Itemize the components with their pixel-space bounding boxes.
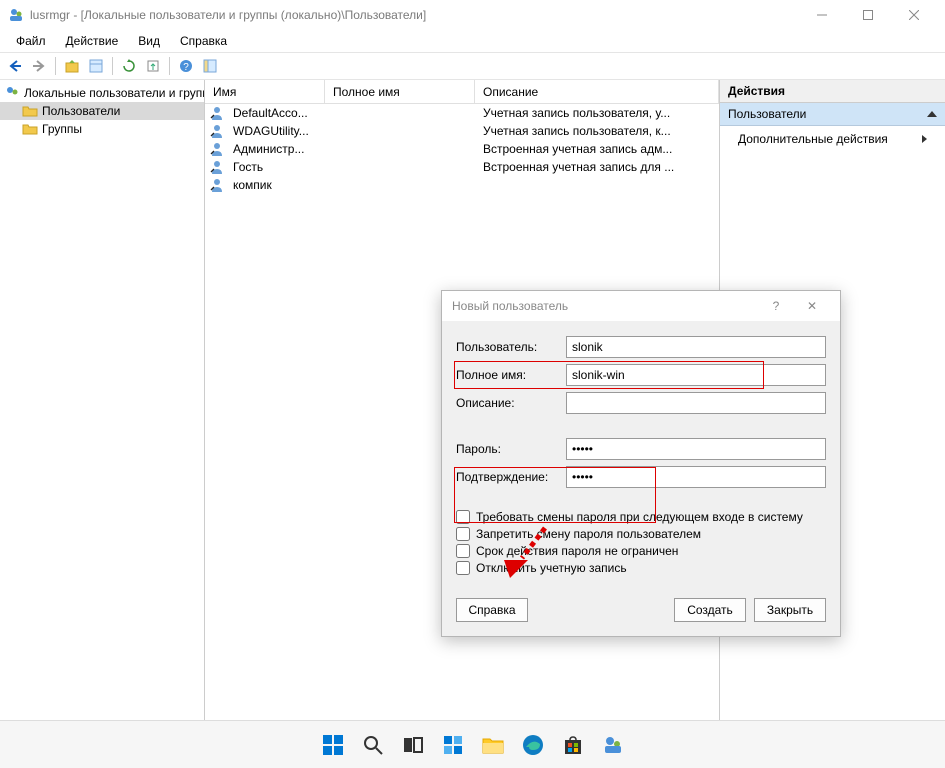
folder-icon bbox=[22, 121, 38, 137]
label-password: Пароль: bbox=[456, 442, 566, 456]
window-titlebar: lusrmgr - [Локальные пользователи и груп… bbox=[0, 0, 945, 30]
input-confirm[interactable] bbox=[566, 466, 826, 488]
search-icon[interactable] bbox=[359, 731, 387, 759]
svg-text:?: ? bbox=[183, 62, 189, 73]
new-user-dialog: Новый пользователь ? ✕ Пользователь: Пол… bbox=[441, 290, 841, 637]
cell-description: Встроенная учетная запись адм... bbox=[475, 142, 719, 156]
cell-description: Учетная запись пользователя, у... bbox=[475, 106, 719, 120]
export-button[interactable] bbox=[142, 55, 164, 77]
user-icon bbox=[209, 141, 225, 157]
actions-more[interactable]: Дополнительные действия bbox=[720, 126, 945, 152]
dialog-titlebar: Новый пользователь ? ✕ bbox=[442, 291, 840, 321]
chevron-right-icon bbox=[922, 135, 927, 143]
cell-description: Встроенная учетная запись для ... bbox=[475, 160, 719, 174]
properties-button[interactable] bbox=[85, 55, 107, 77]
menu-file[interactable]: Файл bbox=[6, 32, 56, 50]
input-fullname[interactable] bbox=[566, 364, 826, 386]
label-fullname: Полное имя: bbox=[456, 368, 566, 382]
main-content: Локальные пользователи и группы Пользова… bbox=[0, 80, 945, 720]
tree-pane: Локальные пользователи и группы Пользова… bbox=[0, 80, 205, 720]
view-toggle-button[interactable] bbox=[199, 55, 221, 77]
task-view-icon[interactable] bbox=[399, 731, 427, 759]
user-icon bbox=[209, 105, 225, 121]
help-button[interactable]: ? bbox=[175, 55, 197, 77]
user-icon bbox=[209, 159, 225, 175]
col-name[interactable]: Имя bbox=[205, 80, 325, 103]
actions-more-label: Дополнительные действия bbox=[738, 132, 888, 146]
user-row[interactable]: Гость Встроенная учетная запись для ... bbox=[205, 158, 719, 176]
cell-name: Администр... bbox=[225, 142, 325, 156]
list-body: DefaultAcco... Учетная запись пользовател… bbox=[205, 104, 719, 194]
tree-root[interactable]: Локальные пользователи и группы bbox=[0, 84, 204, 102]
cell-name: DefaultAcco... bbox=[225, 106, 325, 120]
input-user[interactable] bbox=[566, 336, 826, 358]
user-row[interactable]: Администр... Встроенная учетная запись ад… bbox=[205, 140, 719, 158]
maximize-button[interactable] bbox=[845, 0, 891, 30]
close-dialog-button[interactable]: Закрыть bbox=[754, 598, 826, 622]
lusrmgr-icon[interactable] bbox=[599, 731, 627, 759]
input-password[interactable] bbox=[566, 438, 826, 460]
actions-section-label: Пользователи bbox=[728, 107, 806, 121]
widgets-icon[interactable] bbox=[439, 731, 467, 759]
list-header: Имя Полное имя Описание bbox=[205, 80, 719, 104]
forward-button[interactable] bbox=[28, 55, 50, 77]
chk-never-expires[interactable] bbox=[456, 544, 470, 558]
list-pane: Имя Полное имя Описание DefaultAcco... Уч… bbox=[205, 80, 720, 720]
create-button[interactable]: Создать bbox=[674, 598, 746, 622]
chk-require-change[interactable] bbox=[456, 510, 470, 524]
window-title: lusrmgr - [Локальные пользователи и груп… bbox=[30, 8, 799, 22]
users-groups-icon bbox=[4, 85, 20, 101]
edge-icon[interactable] bbox=[519, 731, 547, 759]
actions-section[interactable]: Пользователи bbox=[720, 103, 945, 126]
cell-name: Гость bbox=[225, 160, 325, 174]
refresh-button[interactable] bbox=[118, 55, 140, 77]
user-row[interactable]: WDAGUtility... Учетная запись пользовател… bbox=[205, 122, 719, 140]
user-row[interactable]: компик bbox=[205, 176, 719, 194]
cell-name: WDAGUtility... bbox=[225, 124, 325, 138]
collapse-icon bbox=[927, 111, 937, 117]
label-user: Пользователь: bbox=[456, 340, 566, 354]
tree-root-label: Локальные пользователи и группы bbox=[24, 86, 205, 100]
chk-disabled[interactable] bbox=[456, 561, 470, 575]
cell-name: компик bbox=[225, 178, 325, 192]
chk-never-expires-label: Срок действия пароля не ограничен bbox=[476, 544, 678, 558]
label-description: Описание: bbox=[456, 396, 566, 410]
tree-groups-label: Группы bbox=[42, 122, 82, 136]
menu-action[interactable]: Действие bbox=[56, 32, 129, 50]
tree-users[interactable]: Пользователи bbox=[0, 102, 204, 120]
user-icon bbox=[209, 123, 225, 139]
chk-require-change-label: Требовать смены пароля при следующем вхо… bbox=[476, 510, 803, 524]
col-fullname[interactable]: Полное имя bbox=[325, 80, 475, 103]
menu-view[interactable]: Вид bbox=[128, 32, 170, 50]
close-button[interactable] bbox=[891, 0, 937, 30]
tree-groups[interactable]: Группы bbox=[0, 120, 204, 138]
taskbar bbox=[0, 720, 945, 768]
dialog-close-icon[interactable]: ✕ bbox=[794, 299, 830, 313]
actions-title: Действия bbox=[720, 80, 945, 103]
store-icon[interactable] bbox=[559, 731, 587, 759]
help-button[interactable]: Справка bbox=[456, 598, 528, 622]
user-row[interactable]: DefaultAcco... Учетная запись пользовател… bbox=[205, 104, 719, 122]
chk-cannot-change[interactable] bbox=[456, 527, 470, 541]
back-button[interactable] bbox=[4, 55, 26, 77]
dialog-help-icon[interactable]: ? bbox=[758, 299, 794, 313]
col-description[interactable]: Описание bbox=[475, 80, 719, 103]
menu-bar: Файл Действие Вид Справка bbox=[0, 30, 945, 52]
start-button[interactable] bbox=[319, 731, 347, 759]
label-confirm: Подтверждение: bbox=[456, 470, 566, 484]
file-explorer-icon[interactable] bbox=[479, 731, 507, 759]
tree-users-label: Пользователи bbox=[42, 104, 120, 118]
cell-description: Учетная запись пользователя, к... bbox=[475, 124, 719, 138]
chk-disabled-label: Отключить учетную запись bbox=[476, 561, 627, 575]
minimize-button[interactable] bbox=[799, 0, 845, 30]
app-icon bbox=[8, 7, 24, 23]
up-button[interactable] bbox=[61, 55, 83, 77]
folder-icon bbox=[22, 103, 38, 119]
dialog-title: Новый пользователь bbox=[452, 299, 758, 313]
user-icon bbox=[209, 177, 225, 193]
toolbar: ? bbox=[0, 52, 945, 80]
chk-cannot-change-label: Запретить смену пароля пользователем bbox=[476, 527, 701, 541]
menu-help[interactable]: Справка bbox=[170, 32, 237, 50]
input-description[interactable] bbox=[566, 392, 826, 414]
